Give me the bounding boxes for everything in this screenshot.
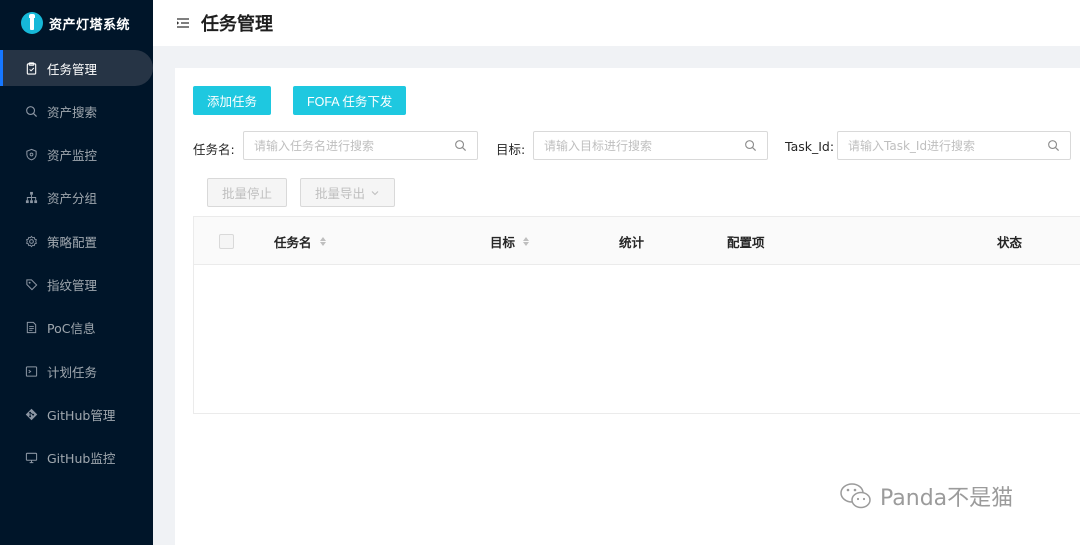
sidebar-item-github-management[interactable]: GitHub管理 <box>0 396 153 432</box>
task-id-label: Task_Id: <box>785 139 835 154</box>
task-table: 任务名 目标 统计 配置项 状态 <box>193 216 1080 414</box>
watermark: Panda不是猫 <box>838 480 1013 512</box>
search-icon[interactable] <box>1047 139 1060 152</box>
sidebar-item-label: 任务管理 <box>47 61 98 77</box>
search-icon[interactable] <box>454 139 467 152</box>
table-header: 任务名 目标 统计 配置项 状态 <box>194 217 1080 265</box>
target-input[interactable] <box>544 138 744 153</box>
terminal-icon <box>24 364 38 378</box>
menu-fold-icon[interactable] <box>176 16 190 30</box>
task-id-search-field[interactable] <box>837 131 1071 160</box>
add-task-button[interactable]: 添加任务 <box>193 86 272 115</box>
fofa-task-button[interactable]: FOFA 任务下发 <box>293 86 407 115</box>
sidebar-item-poc-info[interactable]: PoC信息 <box>0 310 153 346</box>
task-name-input[interactable] <box>254 138 454 153</box>
column-header-label: 目标 <box>490 234 516 250</box>
sidebar-item-label: GitHub管理 <box>47 407 116 423</box>
git-icon <box>24 407 38 421</box>
sidebar-menu: 任务管理 资产搜索 资产监控 资产分组 策略配置 指纹管理 PoC信息 计划任务… <box>0 50 153 476</box>
sidebar-item-label: PoC信息 <box>47 321 96 337</box>
sidebar-item-label: 资产搜索 <box>47 104 98 120</box>
gear-icon <box>24 234 38 248</box>
column-header-label: 统计 <box>619 234 645 250</box>
main-content-card: 添加任务 FOFA 任务下发 任务名: 目标: Task_Id: 批量停止 批量… <box>175 68 1080 545</box>
target-search-field[interactable] <box>533 131 768 160</box>
top-header: 任务管理 <box>153 0 1080 46</box>
sidebar-item-label: 策略配置 <box>47 234 98 250</box>
sidebar-item-asset-group[interactable]: 资产分组 <box>0 180 153 216</box>
monitor-icon <box>24 451 38 465</box>
column-header-config: 配置项 <box>727 217 765 265</box>
sidebar-item-task-management[interactable]: 任务管理 <box>0 50 153 86</box>
task-name-label: 任务名: <box>193 142 235 157</box>
sidebar-item-policy-config[interactable]: 策略配置 <box>0 223 153 259</box>
tag-icon <box>24 277 38 291</box>
column-header-label: 状态 <box>997 234 1023 250</box>
sidebar-item-asset-monitor[interactable]: 资产监控 <box>0 137 153 173</box>
sidebar-item-scheduled-task[interactable]: 计划任务 <box>0 353 153 389</box>
column-header-statistics: 统计 <box>619 217 644 265</box>
watermark-text: Panda不是猫 <box>880 486 1014 511</box>
search-icon <box>24 104 38 118</box>
task-id-input[interactable] <box>848 138 1047 153</box>
sidebar-item-label: 计划任务 <box>47 364 98 380</box>
sidebar-item-label: GitHub监控 <box>47 451 116 467</box>
page-title: 任务管理 <box>201 14 273 35</box>
lighthouse-logo-icon <box>21 12 43 34</box>
column-header-status: 状态 <box>997 217 1022 265</box>
column-header-task-name[interactable]: 任务名 <box>274 217 326 265</box>
batch-export-label: 批量导出 <box>315 187 366 201</box>
sidebar-item-label: 资产监控 <box>47 148 98 164</box>
column-header-label: 任务名 <box>274 234 312 250</box>
chevron-down-icon <box>370 188 380 198</box>
batch-export-button[interactable]: 批量导出 <box>300 178 396 207</box>
column-header-label: 配置项 <box>727 234 765 250</box>
clipboard-icon <box>24 61 38 75</box>
sidebar-item-label: 资产分组 <box>47 191 98 207</box>
app-title: 资产灯塔系统 <box>49 17 131 33</box>
sidebar-item-asset-search[interactable]: 资产搜索 <box>0 93 153 129</box>
sidebar-item-label: 指纹管理 <box>47 277 98 293</box>
app-logo[interactable]: 资产灯塔系统 <box>0 0 153 46</box>
batch-stop-button[interactable]: 批量停止 <box>207 178 288 207</box>
sidebar-item-github-monitor[interactable]: GitHub监控 <box>0 440 153 476</box>
hierarchy-icon <box>24 191 38 205</box>
sidebar: 资产灯塔系统 任务管理 资产搜索 资产监控 资产分组 策略配置 指纹管理 PoC… <box>0 0 153 545</box>
search-icon[interactable] <box>744 139 757 152</box>
task-name-search-field[interactable] <box>243 131 478 160</box>
shield-icon <box>24 148 38 162</box>
select-all-checkbox[interactable] <box>219 234 234 249</box>
wechat-icon <box>838 480 874 512</box>
sidebar-item-fingerprint[interactable]: 指纹管理 <box>0 266 153 302</box>
sort-icon[interactable] <box>319 236 326 246</box>
document-icon <box>24 321 38 335</box>
target-label: 目标: <box>496 142 526 157</box>
column-header-target[interactable]: 目标 <box>490 217 530 265</box>
sort-icon[interactable] <box>523 236 530 246</box>
